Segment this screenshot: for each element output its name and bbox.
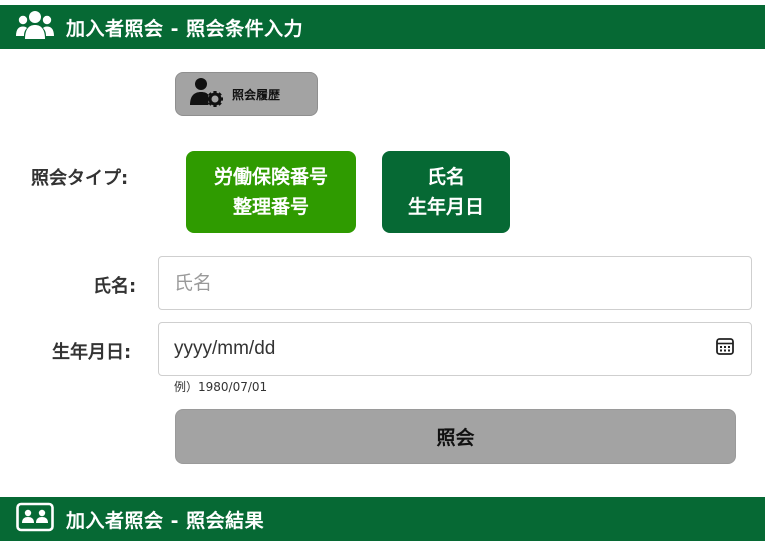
submit-query-label: 照会 [436,427,475,449]
name-field-container [158,256,752,310]
name-input[interactable] [174,272,734,294]
query-type-option-line: 氏名 [426,166,465,188]
users-icon [16,10,54,44]
dob-input[interactable]: yyyy/mm/dd [158,322,752,376]
history-button-label: 照会履歴 [232,87,281,102]
query-type-labor-insurance-button[interactable]: 労働保険番号 整理番号 [186,151,356,233]
name-field-label: 氏名: [93,276,137,297]
results-title: 加入者照会 - 照会結果 [66,509,265,532]
query-type-option-line: 生年月日 [407,196,484,218]
results-header-bar: 加入者照会 - 照会結果 [0,497,765,541]
calendar-icon[interactable] [715,336,735,362]
page-title: 加入者照会 - 照会条件入力 [66,17,304,40]
query-type-option-line: 整理番号 [232,196,309,218]
query-type-label: 照会タイプ: [31,168,129,189]
query-type-option-line: 労働保険番号 [213,166,328,188]
id-card-icon [16,502,54,536]
dob-input-value: yyyy/mm/dd [174,338,276,359]
dob-field-label: 生年月日: [52,342,132,363]
dob-hint: 例）1980/07/01 [174,380,268,394]
history-button[interactable]: 照会履歴 [175,72,318,116]
header-bar: 加入者照会 - 照会条件入力 [0,5,765,49]
submit-query-button[interactable]: 照会 [175,409,736,464]
user-gear-icon [190,77,224,111]
query-type-name-dob-button[interactable]: 氏名 生年月日 [382,151,510,233]
